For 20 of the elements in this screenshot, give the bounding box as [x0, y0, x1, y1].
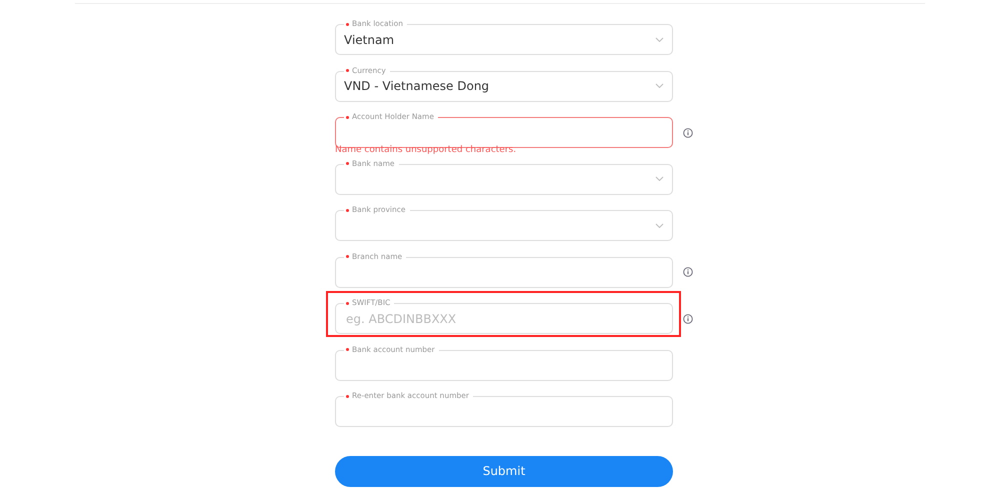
- submit-button[interactable]: Submit: [335, 456, 673, 486]
- required-dot: [346, 394, 349, 398]
- required-dot: [346, 22, 349, 26]
- chevron-down-icon: [655, 83, 664, 90]
- chevron-down-icon: [655, 176, 664, 182]
- chevron-down-icon: [655, 222, 664, 229]
- required-dot: [346, 208, 349, 212]
- select-value: VND - Vietnamese Dong: [344, 79, 490, 94]
- required-dot: [346, 69, 349, 72]
- placeholder-text[interactable]: eg. ABCDINBBXXX: [344, 312, 664, 326]
- required-dot: [346, 162, 349, 166]
- required-dot: [346, 302, 349, 305]
- required-dot: [346, 348, 349, 352]
- chevron-down-icon: [655, 36, 664, 43]
- info-icon[interactable]: [683, 128, 693, 138]
- required-dot: [346, 116, 349, 119]
- required-dot: [346, 255, 349, 258]
- info-icon[interactable]: [683, 267, 693, 278]
- select-value: Vietnam: [344, 32, 396, 47]
- info-icon[interactable]: [683, 314, 693, 324]
